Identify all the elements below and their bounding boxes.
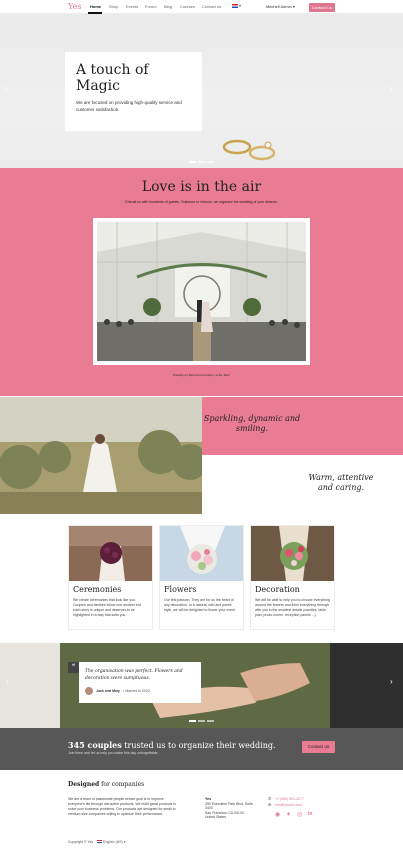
nav-home[interactable]: Home <box>90 4 101 9</box>
footer-email[interactable]: info@yourco.com <box>275 803 302 807</box>
flower-bouquet-image <box>160 526 243 581</box>
bride-field-photo <box>0 397 202 514</box>
service-title: Flowers <box>164 585 197 594</box>
twitter-icon[interactable]: ✦ <box>286 811 291 818</box>
bride-field-image <box>0 397 202 514</box>
company-name: Yes <box>205 797 212 801</box>
address-line: San Francisco CA 94134 <box>205 810 244 815</box>
service-text: Our first passion. They are for us the h… <box>164 598 236 612</box>
carousel-indicator[interactable] <box>207 720 214 722</box>
sparkling-text: Sparkling, dynamic and smiling. <box>203 414 301 433</box>
stats-subtitle: Join them and let us help you make this … <box>68 751 159 755</box>
carousel-indicator[interactable] <box>189 720 196 722</box>
carousel-indicator[interactable] <box>198 161 205 163</box>
love-subtitle: Entrust us with hundreds of guests. Outd… <box>125 200 278 204</box>
service-title: Ceremonies <box>73 585 122 594</box>
couples-count: 345 couples <box>68 740 122 750</box>
warm-text: Warm, attentive and caring. <box>308 473 374 492</box>
language-flag-icon[interactable] <box>232 4 238 8</box>
hero-title: A touch of Magic <box>76 62 149 94</box>
hero-caption-card: A touch of Magic We are focused on provi… <box>65 52 202 131</box>
nav-events[interactable]: Events <box>126 4 138 9</box>
hero-carousel: A touch of Magic We are focused on provi… <box>0 14 403 168</box>
contact-us-button[interactable]: Contact us <box>302 741 335 753</box>
email-icon: ✉ <box>268 802 272 807</box>
avatar <box>85 687 93 695</box>
github-icon[interactable]: ◉ <box>275 811 280 818</box>
service-card-ceremonies: Ceremonies We create ceremonies that loo… <box>68 525 153 630</box>
service-title: Decoration <box>255 585 300 594</box>
service-card-flowers: Flowers Our first passion. They are for … <box>159 525 244 630</box>
stats-headline-rest: trusted us to organize their wedding. <box>121 741 276 750</box>
carousel-next-icon[interactable]: › <box>390 677 393 686</box>
footer-title-bold: Designed <box>68 781 100 788</box>
hero-text: We are focused on providing high-quality… <box>76 100 182 112</box>
phone-icon: ✆ <box>268 796 272 801</box>
copyright-text: Copyright © Yes <box>68 840 94 844</box>
service-text: We will be able to help you to choose ev… <box>255 598 330 617</box>
language-selector[interactable]: English (US) ▾ <box>103 840 125 844</box>
service-card-decoration: Decoration We will be able to help you t… <box>250 525 335 630</box>
footer-copyright: Copyright © Yes English (US) ▾ <box>68 840 126 844</box>
wedding-photo <box>93 218 310 365</box>
address-line: 250 Executive Park Blvd, Suite <box>205 801 253 806</box>
footer-address: Yes 250 Executive Park Blvd, Suite 3400 … <box>205 797 253 820</box>
nav-blog[interactable]: Blog <box>164 4 172 9</box>
nav-forum[interactable]: Forum <box>145 4 157 9</box>
quote-icon: ❝ <box>68 662 79 673</box>
address-line: 3400 <box>205 806 213 810</box>
footer-about-text: We are a team of passionate people whose… <box>68 797 177 816</box>
decoration-bouquet-image <box>251 526 334 581</box>
photo-caption: Wedding of Bernard and Marie, at the Bar… <box>172 373 231 377</box>
linkedin-icon[interactable]: in <box>308 811 312 817</box>
carousel-prev-icon[interactable]: ‹ <box>6 677 9 686</box>
footer-phone[interactable]: +1 (650) 691-3277 <box>275 797 304 801</box>
author-name: Jack and Mary <box>96 689 121 693</box>
stats-headline: 345 couples trusted us to organize their… <box>68 740 276 750</box>
testimonial-quote: The organisation was perfect. Flowers an… <box>85 669 183 681</box>
carousel-indicator[interactable] <box>189 161 196 163</box>
contact-us-button[interactable]: Contact Us <box>309 3 335 12</box>
top-navbar: Yes Home Shop Events Forum Blog Courses … <box>0 0 403 14</box>
nav-contact[interactable]: Contact us <box>202 4 221 9</box>
footer-title: Designed for companies <box>68 781 144 788</box>
love-title: Love is in the air <box>141 179 262 195</box>
carousel-indicator[interactable] <box>207 161 214 163</box>
holding-hands-image <box>0 643 403 728</box>
testimonial-carousel: ❝ The organisation was perfect. Flowers … <box>0 643 403 728</box>
carousel-next-icon[interactable]: › <box>390 84 393 93</box>
testimonial-author: Jack and Mary • Married in 2020 <box>85 687 195 695</box>
carousel-prev-icon[interactable]: ‹ <box>5 84 8 93</box>
love-section: Love is in the air Entrust us with hundr… <box>0 168 403 396</box>
footer-title-rest: for companies <box>99 781 145 788</box>
stats-band: 345 couples trusted us to organize their… <box>0 728 403 770</box>
testimonial-card: The organisation was perfect. Flowers an… <box>79 662 201 703</box>
carousel-indicator[interactable] <box>198 720 205 722</box>
language-flag-icon[interactable] <box>97 840 103 843</box>
barn-wedding-image <box>97 222 306 361</box>
address-line: United States <box>205 815 227 819</box>
author-date: • Married in 2020 <box>123 689 150 693</box>
user-menu[interactable]: Mitchell Admin ▾ <box>266 4 295 9</box>
instagram-icon[interactable]: ◎ <box>297 811 302 818</box>
chevron-down-icon[interactable]: ▾ <box>239 3 241 8</box>
nav-shop[interactable]: Shop <box>109 4 118 9</box>
service-text: We create ceremonies that look like you.… <box>73 598 141 617</box>
site-logo[interactable]: Yes <box>68 2 81 11</box>
nav-courses[interactable]: Courses <box>180 4 195 9</box>
ceremony-bouquet-image <box>69 526 152 581</box>
